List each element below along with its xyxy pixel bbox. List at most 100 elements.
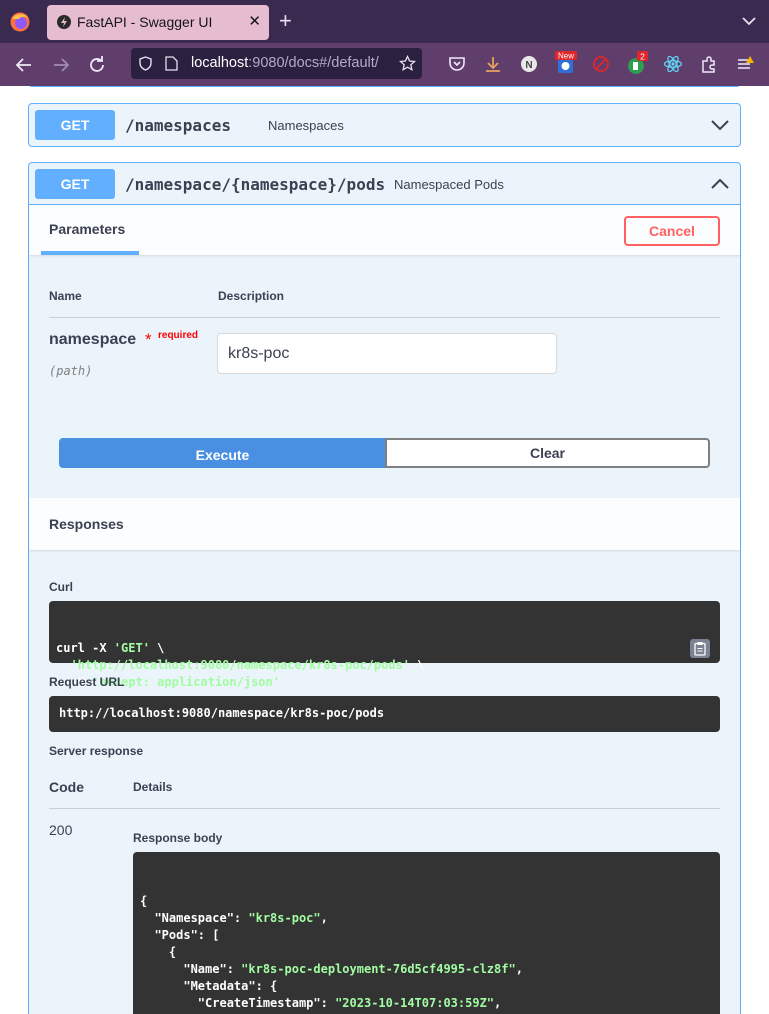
response-body-label: Response body [133,831,223,845]
code-text: , [320,911,328,925]
curl-lines: curl -X 'GET' \ 'http://localhost:9080/n… [56,640,713,691]
clipboard-icon [694,642,706,656]
code-line: { [140,944,713,961]
code-text: { [140,945,177,959]
operation-path: /namespace/{namespace}/pods [125,175,386,194]
code-text: "Metadata": { [140,979,278,993]
operation-get-namespaces: GET /namespaces Namespaces [28,103,741,147]
code-text: \ [149,641,165,655]
execute-button[interactable]: Execute [59,438,386,468]
code-line: "CreateTimestamp": "2023-10-14T07:03:59Z… [140,995,713,1012]
extension-new-badge-icon[interactable]: New [555,51,577,75]
code-line: 'http://localhost:9080/namespace/kr8s-po… [56,657,713,674]
responses-header: Responses [29,498,740,550]
code-string: "kr8s-poc-deployment-76d5cf4995-clz8f" [241,962,516,976]
parameters-header: Parameters Cancel [29,205,740,255]
code-line: curl -X 'GET' \ [56,640,713,657]
request-url-box[interactable]: http://localhost:9080/namespace/kr8s-poc… [49,696,720,732]
code-text: { [140,894,148,908]
svg-text:N: N [525,60,532,71]
code-string: 'GET' [113,641,150,655]
browser-nav-bar: localhost:9080/docs#/default/ N New 2 [0,43,769,86]
code-text: "Pods": [ [140,928,220,942]
operation-summary[interactable]: GET /namespaces Namespaces [29,104,740,146]
code-line: -H 'accept: application/json' [56,674,713,691]
operation-get-namespaced-pods: GET /namespace/{namespace}/pods Namespac… [28,162,741,1014]
shield-icon[interactable] [138,56,153,71]
operation-summary[interactable]: GET /namespace/{namespace}/pods Namespac… [29,163,740,205]
previous-operation-block [28,86,741,87]
extension-blocked-icon[interactable] [591,54,611,74]
column-header-name: Name [49,289,82,303]
extension-count-badge-icon[interactable]: 2 [627,51,649,75]
curl-code-block[interactable]: curl -X 'GET' \ 'http://localhost:9080/n… [49,601,720,689]
code-string: "2023-10-14T07:03:59Z" [335,996,495,1010]
download-icon[interactable] [483,54,503,74]
response-body-code-block[interactable]: { "Namespace": "kr8s-poc", "Pods": [ { "… [133,852,720,1014]
firefox-logo-icon [10,12,30,32]
code-line: { [140,893,713,910]
code-line: "Pods": [ [140,927,713,944]
active-tab[interactable]: FastAPI - Swagger UI ✕ [47,5,269,40]
response-status-code: 200 [49,822,73,838]
response-body-lines: { "Namespace": "kr8s-poc", "Pods": [ { "… [140,893,713,1014]
code-string: 'http://localhost:9080/namespace/kr8s-po… [70,658,411,672]
tab-close-icon[interactable]: ✕ [248,12,261,32]
menu-hamburger-icon[interactable] [736,54,756,74]
column-header-description: Description [218,289,285,303]
parameter-location: (path) [49,364,93,378]
divider [49,317,720,318]
pocket-icon[interactable] [447,54,467,74]
server-response-label: Server response [49,744,144,758]
divider [49,808,720,809]
code-line: "Metadata": { [140,978,713,995]
reload-icon[interactable] [86,54,108,76]
browser-tab-bar: FastAPI - Swagger UI ✕ + [0,0,769,43]
namespace-input[interactable] [217,333,557,374]
code-line: "Name": "kr8s-poc-deployment-76d5cf4995-… [140,961,713,978]
new-badge-text: New [558,52,574,61]
operation-description: Namespaced Pods [394,177,504,192]
code-text: "CreateTimestamp": [140,996,336,1010]
required-label: required [158,330,199,341]
forward-arrow-icon[interactable] [50,54,72,76]
code-text: , [494,996,502,1010]
extensions-puzzle-icon[interactable] [699,54,719,74]
copy-to-clipboard-button[interactable] [690,639,710,658]
parameter-name: namespace [49,331,137,348]
request-url-label: Request URL [49,675,125,689]
cancel-button[interactable]: Cancel [624,216,720,246]
operation-description: Namespaces [268,118,344,133]
tab-active-indicator [41,251,139,255]
url-bar[interactable]: localhost:9080/docs#/default/ [131,48,422,79]
chevron-up-icon[interactable] [710,175,730,193]
code-text: curl -X [56,641,114,655]
react-devtools-icon[interactable] [663,54,683,74]
code-text: "Name": [140,962,242,976]
operation-path: /namespaces [125,116,231,135]
required-asterisk: * [145,330,152,349]
method-badge: GET [35,110,115,140]
new-tab-button[interactable]: + [279,8,292,34]
curl-label: Curl [49,580,73,594]
extension-n-icon[interactable]: N [519,54,539,74]
column-header-code: Code [49,779,84,795]
method-badge: GET [35,169,115,199]
chevron-down-icon[interactable] [710,116,730,134]
code-string: "kr8s-poc" [248,911,321,925]
count-badge-text: 2 [640,52,645,62]
swagger-page: GET /namespaces Namespaces GET /namespac… [0,86,769,1014]
tab-parameters[interactable]: Parameters [49,221,125,237]
page-icon [165,56,178,71]
code-line: "Namespace": "kr8s-poc", [140,910,713,927]
code-text: "Namespace": [140,911,249,925]
bookmark-star-icon[interactable] [399,55,416,72]
clear-button[interactable]: Clear [385,438,710,468]
url-text[interactable]: localhost:9080/docs#/default/ [191,55,379,71]
column-header-details: Details [133,780,173,794]
fastapi-favicon-icon [57,15,71,29]
chevron-down-icon[interactable] [741,13,757,29]
tab-title: FastAPI - Swagger UI [77,14,213,30]
back-arrow-icon[interactable] [13,54,35,76]
